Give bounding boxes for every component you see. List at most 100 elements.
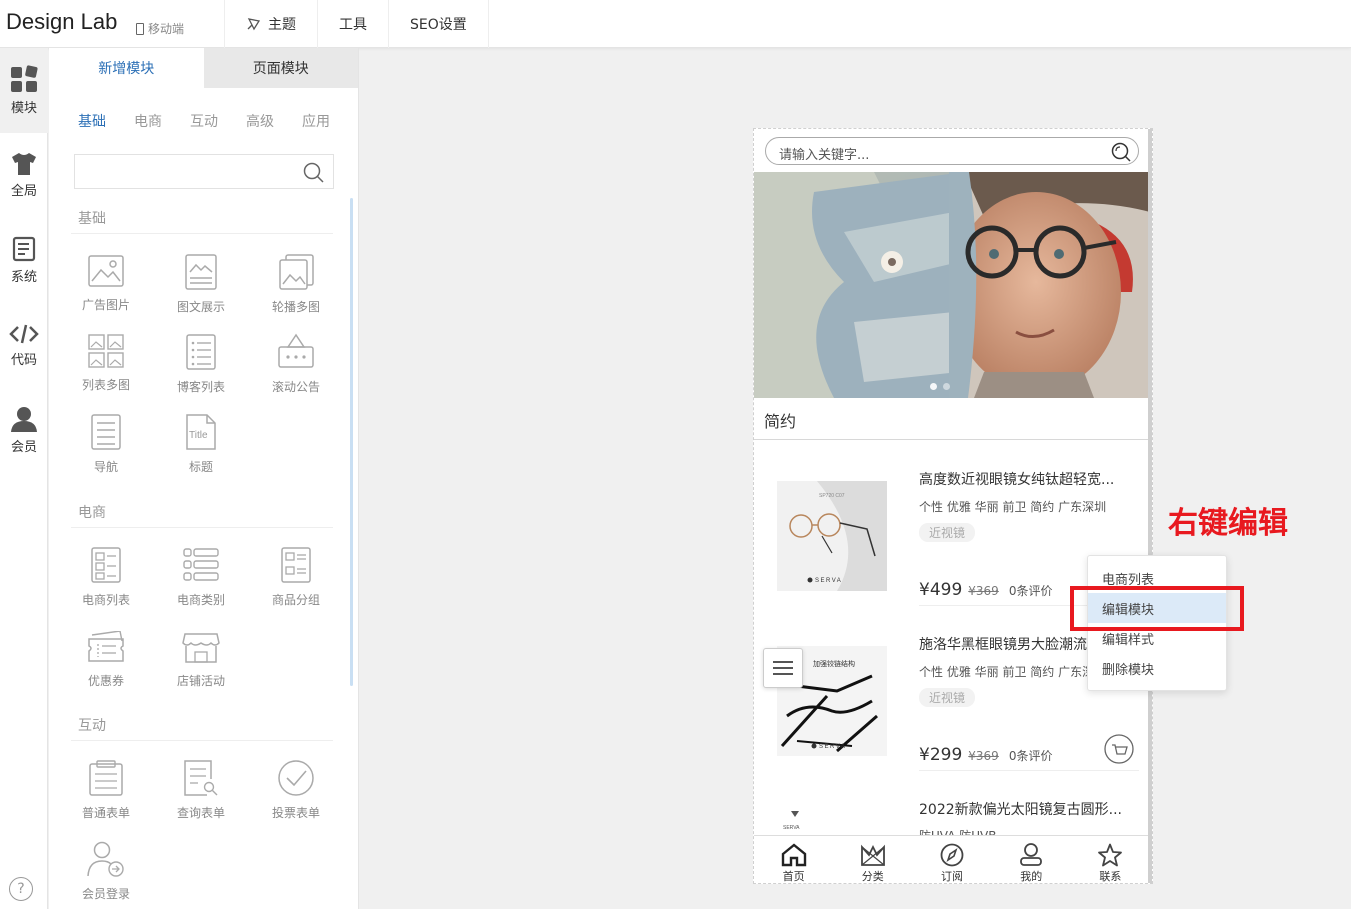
- list-icon: [186, 334, 216, 370]
- module-title[interactable]: Title 标题: [166, 413, 236, 475]
- rail-item-code[interactable]: 代码: [0, 303, 48, 388]
- module-form[interactable]: 普通表单: [71, 759, 141, 821]
- module-label: 博客列表: [176, 380, 225, 394]
- nav-seo[interactable]: SEO设置: [388, 0, 489, 48]
- module-label: 标题: [188, 460, 213, 474]
- coupon-icon: [88, 631, 124, 662]
- module-label: 导航: [93, 460, 118, 474]
- product-tags: 个性 优雅 华丽 前卫 简约 广东深圳: [919, 500, 1107, 514]
- user-icon: [1020, 843, 1043, 866]
- module-label: 广告图片: [81, 298, 130, 312]
- module-ecommerce-list[interactable]: 电商列表: [71, 546, 141, 608]
- nav-tools-label: 工具: [339, 17, 367, 33]
- section-title-ecommerce: 电商: [78, 505, 106, 521]
- module-carousel[interactable]: 轮播多图: [261, 253, 331, 315]
- member-login-icon: [87, 841, 124, 877]
- category-advanced[interactable]: 高级: [246, 111, 302, 154]
- module-member-login[interactable]: 会员登录: [71, 840, 141, 902]
- gallery-icon: [88, 334, 124, 368]
- app-logo: Design Lab: [6, 9, 118, 34]
- home-icon: [781, 843, 806, 867]
- banner-carousel[interactable]: [754, 172, 1150, 398]
- module-vote-form[interactable]: 投票表单: [261, 759, 331, 821]
- top-nav: 主题 工具 SEO设置: [224, 0, 489, 48]
- product-chip: 近视镜: [919, 688, 976, 707]
- module-ad-image[interactable]: 广告图片: [71, 253, 141, 313]
- module-label: 优惠券: [87, 674, 124, 688]
- add-to-cart-icon[interactable]: [1103, 733, 1135, 765]
- module-product-group[interactable]: 商品分组: [261, 546, 331, 608]
- context-menu-delete-module[interactable]: 删除模块: [1088, 653, 1226, 683]
- carousel-dots[interactable]: [930, 383, 950, 390]
- bottom-nav-contact[interactable]: 联系: [1071, 836, 1150, 883]
- bottom-nav-home[interactable]: 首页: [754, 836, 833, 883]
- module-label: 投票表单: [271, 806, 320, 820]
- brand-text: SERVA: [783, 825, 800, 831]
- module-list-images[interactable]: 列表多图: [71, 333, 141, 393]
- product-price-row: ¥299 ¥369 0条评价: [919, 745, 1052, 765]
- module-label: 查询表单: [176, 806, 225, 820]
- check-circle-icon: [278, 760, 314, 796]
- floating-menu-button[interactable]: [763, 648, 803, 688]
- code-icon: [9, 324, 39, 344]
- nav-theme[interactable]: 主题: [224, 0, 317, 48]
- category-basic[interactable]: 基础: [78, 111, 134, 154]
- module-blog-list[interactable]: 博客列表: [166, 333, 236, 395]
- module-store-event[interactable]: 店铺活动: [166, 631, 236, 689]
- module-image-text[interactable]: 图文展示: [166, 253, 236, 315]
- rail-item-global[interactable]: 全局: [0, 133, 48, 218]
- module-scroll-notice[interactable]: 滚动公告: [261, 333, 331, 395]
- title-icon-text: Title: [189, 430, 208, 441]
- nav-tools[interactable]: 工具: [317, 0, 388, 48]
- section-divider: [754, 439, 1150, 440]
- category-interactive[interactable]: 互动: [190, 111, 246, 154]
- bottom-nav-category[interactable]: 分类: [833, 836, 912, 883]
- document-icon: [12, 236, 36, 262]
- rail-label-modules: 模块: [10, 101, 37, 116]
- panel-tabs: 新增模块 页面模块: [49, 48, 358, 88]
- rail-label-members: 会员: [10, 440, 37, 455]
- module-coupon[interactable]: 优惠券: [71, 631, 141, 689]
- bottom-nav-mine[interactable]: 我的: [992, 836, 1071, 883]
- bottom-nav-label: 我的: [1020, 870, 1043, 883]
- help-icon[interactable]: ?: [9, 877, 33, 901]
- left-rail: 模块 全局 系统 代码 会员 ?: [0, 48, 48, 909]
- search-icon[interactable]: [1110, 141, 1132, 163]
- preview-section-title: 简约: [764, 412, 797, 431]
- bottom-nav-label: 联系: [1099, 870, 1122, 883]
- module-ecommerce-category[interactable]: 电商类别: [166, 546, 236, 608]
- product-name[interactable]: 高度数近视眼镜女纯钛超轻宽...: [919, 469, 1131, 489]
- category-apps[interactable]: 应用: [302, 111, 358, 154]
- module-query-form[interactable]: 查询表单: [166, 759, 236, 821]
- rail-item-system[interactable]: 系统: [0, 218, 48, 303]
- module-label: 图文展示: [176, 300, 225, 314]
- product-list-icon: [91, 547, 121, 583]
- module-label: 普通表单: [81, 806, 130, 820]
- query-form-icon: [184, 760, 218, 796]
- module-search-input[interactable]: [74, 154, 334, 189]
- panel-scrollbar[interactable]: [350, 198, 353, 686]
- preview-scrollbar[interactable]: [1148, 129, 1152, 883]
- user-icon: [11, 407, 37, 432]
- module-panel: 新增模块 页面模块 基础 电商 互动 高级 应用 基础 广告图片 图文展示 轮播…: [49, 48, 359, 909]
- product-reviews: 0条评价: [1008, 584, 1053, 598]
- mobile-preview: 请输入关键字... 简约 SP720 C07 SERVA 高度数近视眼镜女纯钛超…: [753, 128, 1153, 884]
- theme-icon: [247, 18, 261, 31]
- module-label: 店铺活动: [176, 674, 225, 688]
- tab-add-module[interactable]: 新增模块: [49, 48, 204, 88]
- rail-item-modules[interactable]: 模块: [0, 48, 48, 133]
- shirt-icon: [12, 153, 36, 175]
- product-image[interactable]: SP720 C07 SERVA: [777, 481, 887, 591]
- search-icon[interactable]: [303, 162, 325, 184]
- bottom-nav-subscribe[interactable]: 订阅: [912, 836, 991, 883]
- tab-page-module[interactable]: 页面模块: [203, 48, 358, 88]
- category-ecommerce[interactable]: 电商: [134, 111, 190, 154]
- module-label: 滚动公告: [271, 380, 320, 394]
- group-icon: [281, 547, 311, 583]
- rail-label-global: 全局: [10, 184, 37, 199]
- module-navigation[interactable]: 导航: [71, 413, 141, 475]
- preview-search-input[interactable]: 请输入关键字...: [765, 137, 1139, 165]
- mobile-toggle[interactable]: 移动端: [136, 20, 184, 37]
- rail-item-members[interactable]: 会员: [0, 388, 48, 473]
- product-name[interactable]: 2022新款偏光太阳镜复古圆形...: [919, 799, 1131, 819]
